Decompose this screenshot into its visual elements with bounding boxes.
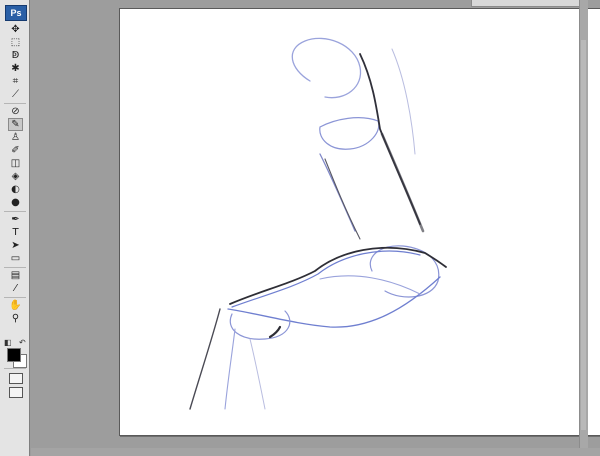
- marquee-tool-icon[interactable]: ⬚: [9, 37, 22, 48]
- quick-mask-mode-icon[interactable]: [9, 373, 23, 384]
- sketch-elbow-circle: [369, 245, 440, 298]
- toolbox-divider: [4, 267, 26, 268]
- swap-colors-icon[interactable]: ↶: [19, 338, 26, 347]
- blur-tool-icon[interactable]: ◐: [9, 184, 22, 195]
- crop-tool-icon[interactable]: ⌗: [9, 76, 22, 87]
- sketch-upper-arm-back-shade: [380, 132, 425, 233]
- gradient-tool-icon[interactable]: ◈: [9, 171, 22, 182]
- healing-brush-tool-icon[interactable]: ⊘: [9, 106, 22, 117]
- sketch-hand-line-left: [189, 308, 221, 410]
- clone-stamp-tool-icon[interactable]: ♙: [9, 132, 22, 143]
- sketch-forearm-bottom: [227, 276, 441, 328]
- sketch-forearm-inner: [319, 275, 421, 295]
- document-canvas[interactable]: [119, 8, 600, 436]
- lasso-tool-icon[interactable]: ↁ: [9, 50, 22, 61]
- slice-tool-icon[interactable]: ⟋: [9, 89, 22, 100]
- vertical-scrollbar[interactable]: [579, 0, 588, 456]
- move-tool-icon[interactable]: ✥: [9, 24, 22, 35]
- sketch-upper-arm-front: [319, 153, 356, 232]
- eraser-tool-icon[interactable]: ◫: [9, 158, 22, 169]
- history-brush-tool-icon[interactable]: ✐: [9, 145, 22, 156]
- toolbox-divider: [4, 297, 26, 298]
- sketch-forearm-top-blue: [231, 250, 421, 308]
- notes-tool-icon[interactable]: ▤: [9, 270, 22, 281]
- sketch-hand-line-back: [249, 338, 266, 410]
- sketch-upper-arm-joint: [319, 117, 380, 150]
- toolbox-divider: [4, 368, 26, 369]
- photoshop-logo[interactable]: Ps: [5, 5, 27, 21]
- toolbox-divider: [4, 103, 26, 104]
- sketch-hand-line-right: [224, 328, 236, 410]
- options-bar-field[interactable]: [471, 0, 583, 7]
- sketch-guide-line: [391, 48, 416, 155]
- sketch-upper-arm-back: [359, 53, 421, 225]
- brush-tool-icon[interactable]: ✎: [8, 118, 23, 131]
- document-workspace: [31, 0, 600, 456]
- rectangle-tool-icon[interactable]: ▭: [9, 253, 22, 264]
- sketch-shoulder-ellipse: [291, 37, 362, 99]
- screen-mode-icon[interactable]: [9, 387, 23, 398]
- toolbox-divider: [4, 211, 26, 212]
- path-selection-tool-icon[interactable]: ➤: [9, 240, 22, 251]
- zoom-tool-icon[interactable]: ⚲: [9, 313, 22, 324]
- type-tool-icon[interactable]: T: [9, 227, 22, 238]
- toolbox-panel: Ps ✥ ⬚ ↁ ✱ ⌗ ⟋ ⊘ ✎ ♙ ✐ ◫ ◈ ◐ ● ✒ T ➤ ▭ ▤ ⁄ ✋ ⚲ ◧ ↶: [0, 0, 30, 456]
- eyedropper-tool-icon[interactable]: ⁄: [9, 283, 22, 294]
- pen-tool-icon[interactable]: ✒: [9, 214, 22, 225]
- magic-wand-tool-icon[interactable]: ✱: [9, 63, 22, 74]
- scrollbar-thumb[interactable]: [581, 40, 586, 430]
- status-bar: [31, 448, 600, 456]
- dodge-tool-icon[interactable]: ●: [9, 197, 22, 208]
- foreground-color-swatch[interactable]: [7, 348, 21, 362]
- default-colors-icon[interactable]: ◧: [4, 338, 12, 347]
- arm-sketch-drawing: [189, 37, 447, 410]
- hand-tool-icon[interactable]: ✋: [9, 300, 22, 311]
- sketch-upper-arm-contour: [324, 158, 361, 240]
